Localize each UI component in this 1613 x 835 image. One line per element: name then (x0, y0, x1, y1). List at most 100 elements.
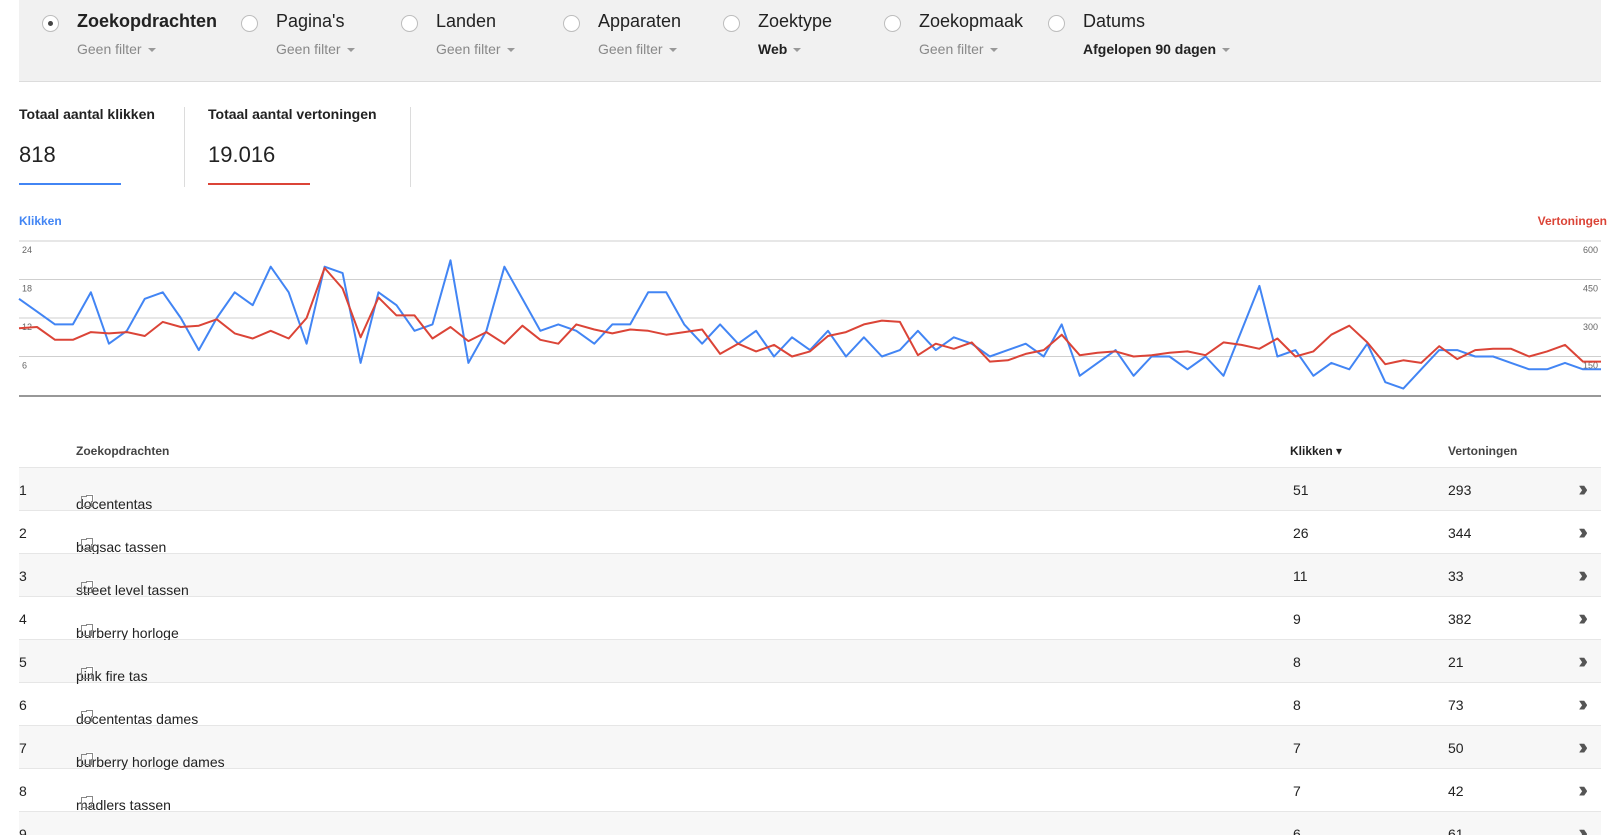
row-impressions: 61 (1448, 826, 1464, 835)
table-row[interactable]: 8 madlers tassen 7 42 ›› (19, 769, 1601, 813)
caret-down-icon (989, 48, 998, 53)
chevron-double-right-icon[interactable]: ›› (1578, 650, 1587, 672)
radio-dates[interactable] (1048, 15, 1065, 32)
row-rank: 6 (19, 697, 27, 713)
metric-total-impressions[interactable]: Totaal aantal vertoningen 19.016 (208, 106, 408, 186)
row-clicks: 6 (1293, 826, 1301, 835)
table-row[interactable]: 4 burberry horloge 9 382 ›› (19, 597, 1601, 641)
caret-down-icon (793, 48, 802, 53)
radio-queries[interactable] (42, 15, 59, 32)
external-link-icon[interactable] (81, 752, 94, 765)
column-header-query[interactable]: Zoekopdrachten (76, 444, 169, 458)
caret-down-icon (506, 48, 515, 53)
filter-dropdown-countries[interactable]: Geen filter (436, 41, 515, 57)
table-row[interactable]: 6 docententas dames 8 73 ›› (19, 683, 1601, 727)
chevron-double-right-icon[interactable]: ›› (1578, 478, 1587, 500)
radio-countries[interactable] (401, 15, 418, 32)
external-link-icon[interactable] (81, 623, 94, 636)
chevron-double-right-icon[interactable]: ›› (1578, 564, 1587, 586)
radio-pages[interactable] (241, 15, 258, 32)
metric-value-impressions: 19.016 (208, 142, 276, 167)
caret-down-icon (668, 48, 677, 53)
chart-tick-label-right: 600 (1583, 245, 1598, 255)
metric-divider (184, 107, 185, 187)
filter-title-search-appearance: Zoekopmaak (919, 11, 1024, 31)
chart-tick-label-left: 18 (22, 284, 32, 294)
chart-tick-label-left: 24 (22, 245, 32, 255)
metric-total-clicks[interactable]: Totaal aantal klikken 818 (19, 106, 179, 186)
chart-axis-label-impressions: Vertoningen (1537, 214, 1607, 228)
row-rank: 3 (19, 568, 27, 584)
filter-dropdown-devices[interactable]: Geen filter (598, 41, 677, 57)
filter-dropdown-search-appearance[interactable]: Geen filter (919, 41, 998, 57)
radio-devices[interactable] (563, 15, 580, 32)
external-link-icon[interactable] (81, 709, 94, 722)
filter-dropdown-queries[interactable]: Geen filter (77, 41, 156, 57)
chevron-double-right-icon[interactable]: ›› (1578, 822, 1587, 835)
table-row[interactable]: 3 street level tassen 11 33 ›› (19, 554, 1601, 598)
chevron-double-right-icon[interactable]: ›› (1578, 779, 1587, 801)
table-row[interactable]: 1 docententas 51 293 ›› (19, 468, 1601, 512)
chart-axis-label-clicks: Klikken (19, 214, 62, 228)
filter-title-countries: Landen (436, 11, 497, 31)
row-impressions: 33 (1448, 568, 1464, 584)
row-clicks: 11 (1293, 568, 1308, 584)
filter-title-queries: Zoekopdrachten (77, 11, 218, 31)
row-impressions: 50 (1448, 740, 1464, 756)
chart-tick-label-right: 300 (1583, 322, 1598, 332)
filter-dropdown-pages[interactable]: Geen filter (276, 41, 355, 57)
row-impressions: 293 (1448, 482, 1472, 498)
table-row[interactable]: 7 burberry horloge dames 7 50 ›› (19, 726, 1601, 770)
radio-search-appearance[interactable] (884, 15, 901, 32)
row-query-text[interactable]: docententas dames (76, 711, 198, 727)
row-impressions: 42 (1448, 783, 1464, 799)
row-clicks: 7 (1293, 740, 1301, 756)
row-clicks: 51 (1293, 482, 1309, 498)
table-header: Zoekopdrachten Klikken ▾ Vertoningen (19, 430, 1601, 468)
external-link-icon[interactable] (81, 666, 94, 679)
external-link-icon[interactable] (81, 580, 94, 593)
row-rank: 7 (19, 740, 27, 756)
row-rank: 1 (19, 482, 27, 498)
metric-underline-clicks (19, 183, 121, 185)
table-body: 1 docententas 51 293 ›› 2 bagsac tassen 26 344 ›… (19, 468, 1601, 835)
external-link-icon[interactable] (81, 494, 94, 507)
row-clicks: 26 (1293, 525, 1309, 541)
row-rank: 9 (19, 826, 27, 835)
chart-tick-label-right: 450 (1583, 284, 1598, 294)
filter-title-search-type: Zoektype (758, 11, 833, 31)
row-impressions: 382 (1448, 611, 1472, 627)
chart-tick-label-left: 6 (22, 361, 27, 371)
chevron-double-right-icon[interactable]: ›› (1578, 521, 1587, 543)
filter-title-devices: Apparaten (598, 11, 682, 31)
column-header-clicks[interactable]: Klikken ▾ (1290, 444, 1342, 458)
filter-title-dates: Datums (1083, 11, 1146, 31)
row-query-text[interactable]: burberry horloge dames (76, 754, 225, 770)
performance-chart[interactable]: 24 60018 45012 3006 150 (0, 230, 1613, 415)
filter-bar: Zoekopdrachten Geen filter Pagina's Geen… (19, 0, 1601, 82)
row-rank: 4 (19, 611, 27, 627)
filter-dropdown-dates[interactable]: Afgelopen 90 dagen (1083, 41, 1231, 57)
table-row[interactable]: 5 pink fire tas 8 21 ›› (19, 640, 1601, 684)
row-impressions: 21 (1448, 654, 1464, 670)
external-link-icon[interactable] (81, 795, 94, 808)
caret-down-icon (346, 48, 355, 53)
metric-label-clicks: Totaal aantal klikken (19, 106, 155, 122)
external-link-icon[interactable] (81, 537, 94, 550)
chevron-double-right-icon[interactable]: ›› (1578, 693, 1587, 715)
radio-search-type[interactable] (723, 15, 740, 32)
caret-down-icon (1222, 48, 1231, 53)
row-clicks: 9 (1293, 611, 1301, 627)
filter-dropdown-search-type[interactable]: Web (758, 41, 802, 57)
filter-title-pages: Pagina's (276, 11, 345, 31)
column-header-impressions[interactable]: Vertoningen (1448, 444, 1517, 458)
table-row[interactable]: 9laliek tassen661›› (19, 812, 1601, 835)
row-clicks: 7 (1293, 783, 1301, 799)
metric-label-impressions: Totaal aantal vertoningen (208, 106, 377, 122)
queries-table: Zoekopdrachten Klikken ▾ Vertoningen 1 do… (19, 430, 1601, 835)
chevron-double-right-icon[interactable]: ›› (1578, 736, 1587, 758)
metric-divider (410, 107, 411, 187)
row-rank: 5 (19, 654, 27, 670)
chevron-double-right-icon[interactable]: ›› (1578, 607, 1587, 629)
table-row[interactable]: 2 bagsac tassen 26 344 ›› (19, 511, 1601, 555)
